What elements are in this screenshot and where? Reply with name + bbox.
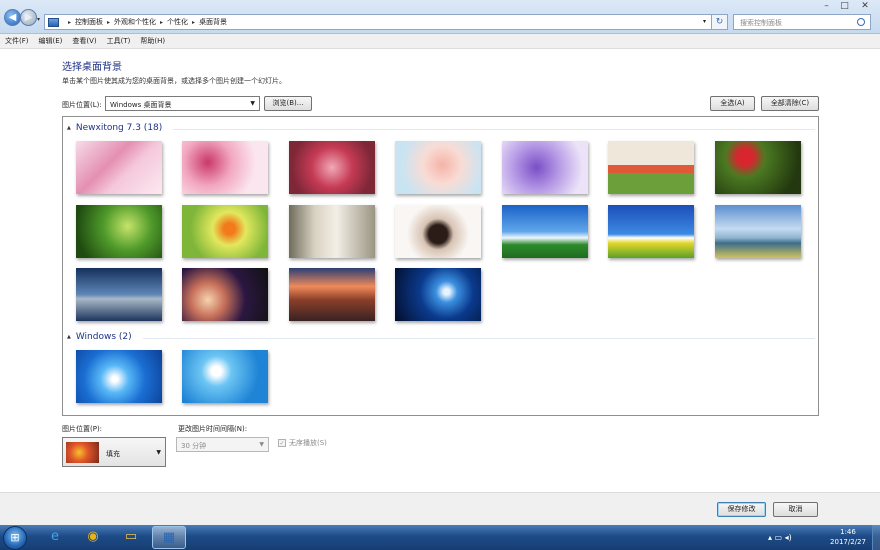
interval-value: 30 分钟 [181, 442, 207, 450]
internet-explorer-icon: e [51, 529, 59, 544]
menu-tools[interactable]: 工具(T) [107, 36, 131, 46]
pink-blossom-thumb-1[interactable] [76, 141, 162, 194]
close-button[interactable]: ✕ [853, 0, 877, 12]
breadcrumb-separator[interactable]: ▸ [160, 19, 163, 26]
windows7-logo-thumb[interactable] [76, 350, 162, 403]
forward-arrow-icon: ▶ [24, 12, 33, 23]
clock-date: 2017/2/27 [830, 538, 866, 546]
search-placeholder: 搜索控制面板 [740, 19, 782, 27]
page-title: 选择桌面背景 [62, 62, 122, 73]
cloud-landscape-thumb[interactable] [715, 205, 801, 258]
address-dropdown-icon[interactable]: ▾ [703, 18, 706, 25]
peach-blossom-thumb[interactable] [395, 141, 481, 194]
picture-position-label: 图片位置(P): [62, 425, 103, 433]
purple-flowers-thumb[interactable] [502, 141, 588, 194]
shuffle-checkbox[interactable]: ✓ [278, 439, 286, 447]
picture-location-value: Windows 桌面背景 [110, 101, 172, 109]
taskbar-chrome-button[interactable]: ◉ [76, 526, 110, 549]
red-blossom-thumb[interactable] [289, 141, 375, 194]
chevron-down-icon: ▼ [259, 441, 264, 448]
minimize-button[interactable]: – [818, 0, 835, 12]
shuffle-label: 无序播放(S) [289, 439, 327, 447]
address-bar-area: ◀ ▶ ▾ ▸ 控制面板 ▸ 外观和个性化 ▸ 个性化 ▸ 桌面背景 ▾ ↻ 搜… [0, 0, 880, 34]
windows10-thumb[interactable] [395, 268, 481, 321]
search-icon[interactable] [857, 18, 865, 26]
group-header-windows[interactable]: ▲ Windows (2) [67, 332, 132, 342]
breadcrumb-appearance[interactable]: 外观和个性化 [114, 17, 156, 27]
chrome-icon: ◉ [87, 529, 99, 544]
group-title: Windows (2) [75, 332, 132, 342]
maximize-button[interactable]: □ [836, 0, 853, 12]
mountain-sunset-thumb[interactable] [289, 268, 375, 321]
recent-pages-button[interactable]: ▾ [37, 16, 40, 23]
start-button[interactable]: ⊞ [3, 526, 27, 550]
picture-location-label: 图片位置(L): [62, 101, 102, 109]
interval-label: 更改图片时间间隔(N): [178, 425, 248, 433]
taskbar-explorer-button[interactable]: ▭ [114, 526, 148, 549]
taskbar-control-panel-button[interactable]: ▦ [152, 526, 186, 549]
picture-position-value: 填充 [106, 450, 120, 458]
show-desktop-button[interactable] [872, 525, 880, 550]
chevron-down-icon: ▼ [250, 100, 255, 107]
windows-logo-icon: ⊞ [10, 531, 20, 544]
save-changes-button[interactable]: 保存修改 [717, 502, 766, 517]
taskbar-ie-button[interactable]: e [38, 526, 72, 549]
clear-all-button[interactable]: 全部清除(C) [761, 96, 819, 111]
group-divider [143, 338, 815, 339]
collapse-icon[interactable]: ▲ [67, 125, 71, 131]
taskbar: ⊞ e ◉ ▭ ▦ ▴ ▭ ◂) 1:46 2017/2/27 [0, 525, 880, 550]
group-divider [173, 129, 815, 130]
menu-help[interactable]: 帮助(H) [140, 36, 165, 46]
forward-button[interactable]: ▶ [20, 9, 37, 26]
page-subtitle: 单击某个图片使其成为您的桌面背景，或选择多个图片创建一个幻灯片。 [62, 77, 286, 85]
cancel-button[interactable]: 取消 [773, 502, 818, 517]
picture-location-select[interactable]: Windows 桌面背景 ▼ [105, 96, 260, 111]
interval-select[interactable]: 30 分钟 ▼ [176, 437, 269, 452]
chevron-down-icon: ▼ [156, 449, 161, 456]
control-panel-icon: ▦ [162, 530, 176, 545]
control-panel-icon [48, 17, 59, 27]
shuffle-option[interactable]: ✓ 无序播放(S) [278, 438, 327, 448]
back-button[interactable]: ◀ [4, 9, 21, 26]
picture-position-select[interactable]: 填充 ▼ [62, 437, 166, 467]
refresh-button[interactable]: ↻ [712, 14, 728, 30]
green-leaves-thumb[interactable] [76, 205, 162, 258]
menu-edit[interactable]: 编辑(E) [39, 36, 63, 46]
girl-portrait-thumb-2[interactable] [395, 205, 481, 258]
pink-blossom-thumb-2[interactable] [182, 141, 268, 194]
lantern-flower-thumb[interactable] [182, 205, 268, 258]
group-header-newxitong[interactable]: ▲ Newxitong 7.3 (18) [67, 123, 162, 133]
breadcrumb-separator[interactable]: ▸ [68, 19, 71, 26]
breadcrumb-separator[interactable]: ▸ [192, 19, 195, 26]
breadcrumb-separator[interactable]: ▸ [107, 19, 110, 26]
blue-sky-field-thumb-2[interactable] [608, 205, 694, 258]
search-input[interactable]: 搜索控制面板 [733, 14, 871, 30]
fill-preview-thumb [66, 442, 99, 463]
browse-button[interactable]: 浏览(B)... [264, 96, 312, 111]
address-bar[interactable]: ▸ 控制面板 ▸ 外观和个性化 ▸ 个性化 ▸ 桌面背景 ▾ [44, 14, 712, 30]
clock-time: 1:46 [840, 528, 856, 536]
breadcrumb-personalization[interactable]: 个性化 [167, 17, 188, 27]
menu-view[interactable]: 查看(V) [72, 36, 96, 46]
girl-portrait-thumb-1[interactable] [289, 205, 375, 258]
wallpaper-gallery[interactable]: ▲ Newxitong 7.3 (18) ▲ Windows (2) [62, 116, 819, 416]
breadcrumb-control-panel[interactable]: 控制面板 [75, 17, 103, 27]
breadcrumb-desktop-background[interactable]: 桌面背景 [199, 17, 227, 27]
clock[interactable]: 1:46 2017/2/27 [826, 527, 870, 547]
back-arrow-icon: ◀ [8, 12, 17, 23]
collapse-icon[interactable]: ▲ [67, 334, 71, 340]
night-ocean-thumb[interactable] [76, 268, 162, 321]
blue-sky-field-thumb-1[interactable] [502, 205, 588, 258]
tulip-field-thumb[interactable] [608, 141, 694, 194]
menu-file[interactable]: 文件(F) [5, 36, 29, 46]
bokeh-thumb[interactable] [182, 268, 268, 321]
red-tulips-thumb[interactable] [715, 141, 801, 194]
tray-icons[interactable]: ▴ ▭ ◂) [768, 533, 792, 542]
folder-icon: ▭ [124, 529, 138, 544]
daisy-thumb[interactable] [182, 350, 268, 403]
select-all-button[interactable]: 全选(A) [710, 96, 755, 111]
group-title: Newxitong 7.3 (18) [75, 123, 163, 133]
menu-bar: 文件(F) 编辑(E) 查看(V) 工具(T) 帮助(H) [0, 34, 880, 49]
